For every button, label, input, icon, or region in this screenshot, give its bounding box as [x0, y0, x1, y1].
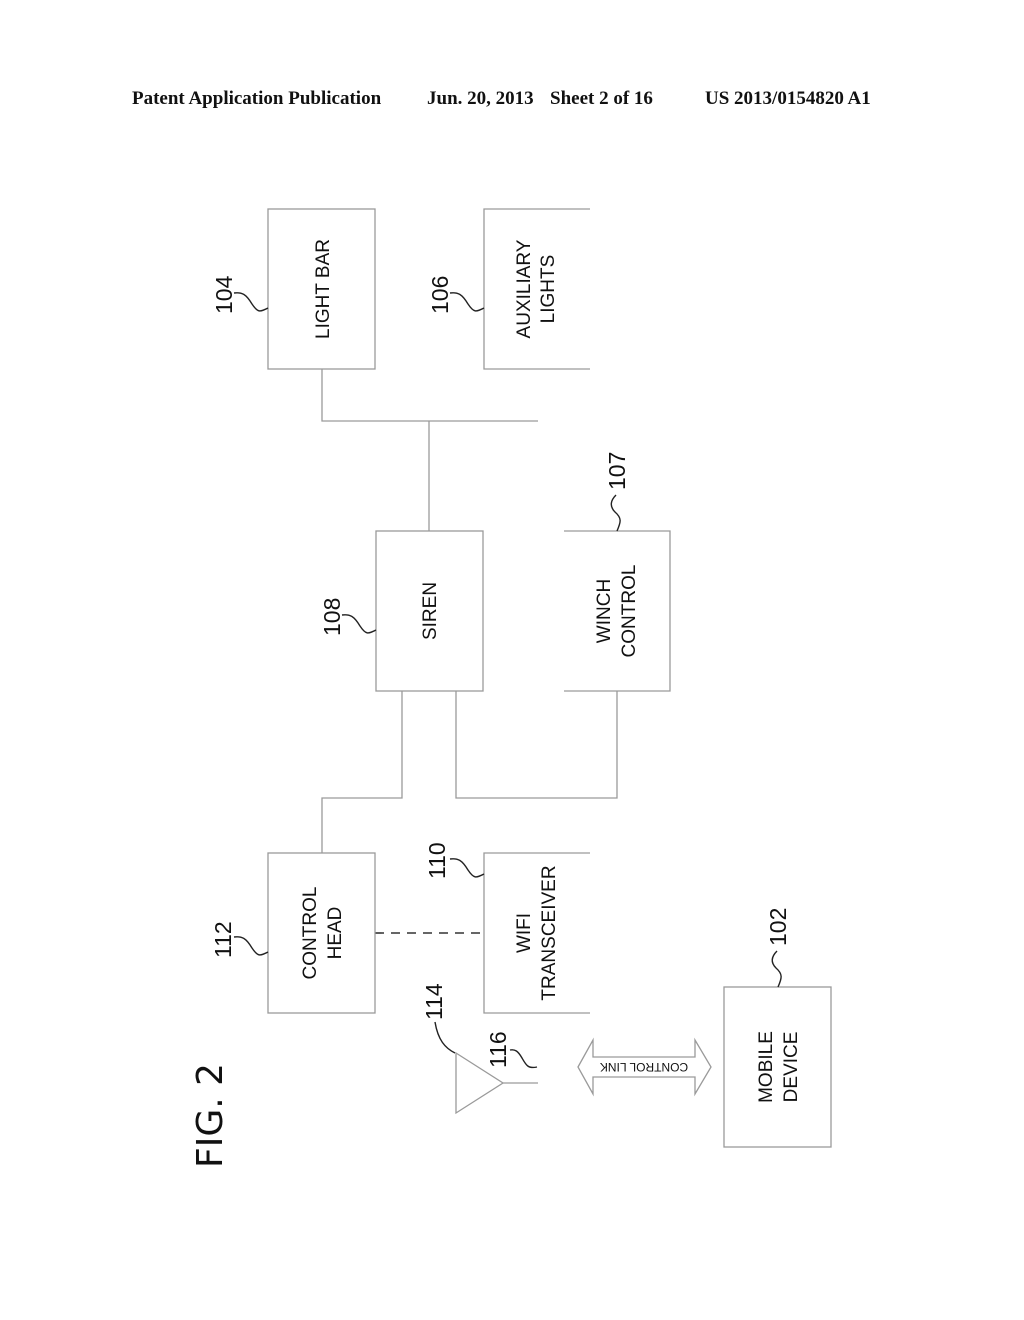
leader-112 [233, 936, 269, 956]
block-siren: SIREN 108 [319, 530, 484, 692]
ref-102: 102 [765, 908, 791, 946]
figure-label: FIG. 2 [190, 1063, 231, 1168]
ref-104: 104 [211, 275, 237, 314]
block-control-head-line1: CONTROL [300, 887, 321, 980]
wire-siren-winch [455, 691, 618, 799]
wire-siren-controlhead [321, 691, 403, 853]
leader-110 [449, 858, 485, 878]
block-control-head-box [267, 852, 376, 1014]
ref-110: 110 [424, 842, 450, 879]
ref-116: 116 [485, 1031, 511, 1068]
block-auxiliary-lights-box [483, 208, 590, 370]
leader-107 [610, 494, 621, 532]
block-winch-control: WINCH CONTROL 107 [564, 452, 671, 692]
block-wifi-transceiver-line2: TRANSCEIVER [539, 865, 560, 1000]
leader-114 [434, 1021, 456, 1054]
block-auxiliary-lights: AUXILIARY LIGHTS 106 [427, 208, 590, 370]
leader-102 [771, 950, 782, 988]
ref-112: 112 [210, 921, 236, 958]
block-winch-control-box [564, 530, 671, 692]
block-mobile-device-line1: MOBILE [756, 1031, 777, 1103]
block-light-bar-label: LIGHT BAR [313, 239, 334, 339]
ref-108: 108 [319, 598, 345, 636]
ref-114: 114 [421, 983, 447, 1020]
block-winch-control-line1: WINCH [594, 579, 615, 643]
block-light-bar: LIGHT BAR 104 [211, 208, 376, 370]
ref-106: 106 [427, 276, 453, 314]
block-wifi-transceiver-line1: WIFI [514, 913, 535, 953]
block-control-head: CONTROL HEAD 112 [210, 852, 376, 1014]
block-mobile-device-line2: DEVICE [781, 1032, 802, 1103]
ref-107: 107 [604, 452, 630, 490]
block-mobile-device-box [723, 986, 832, 1148]
block-wifi-transceiver-box [483, 852, 590, 1014]
block-control-head-line2: HEAD [325, 907, 346, 960]
leader-116 [509, 1049, 538, 1069]
block-winch-control-line2: CONTROL [619, 565, 640, 658]
block-mobile-device: MOBILE DEVICE 102 [723, 908, 832, 1148]
control-link: CONTROL LINK [577, 1037, 712, 1097]
leader-108 [341, 614, 377, 634]
leader-106 [449, 292, 485, 312]
block-siren-label: SIREN [420, 582, 441, 640]
block-wifi-transceiver: WIFI TRANSCEIVER 110 [424, 842, 590, 1014]
block-diagram: FIG. 2 LIGHT BAR 104 AUXILIARY LIGHTS 10… [190, 208, 832, 1168]
block-auxiliary-lights-line2: LIGHTS [538, 255, 559, 324]
block-auxiliary-lights-line1: AUXILIARY [514, 239, 535, 338]
wire-lightbar-bus [321, 369, 538, 422]
leader-104 [233, 292, 269, 312]
control-link-label: CONTROL LINK [600, 1060, 688, 1074]
